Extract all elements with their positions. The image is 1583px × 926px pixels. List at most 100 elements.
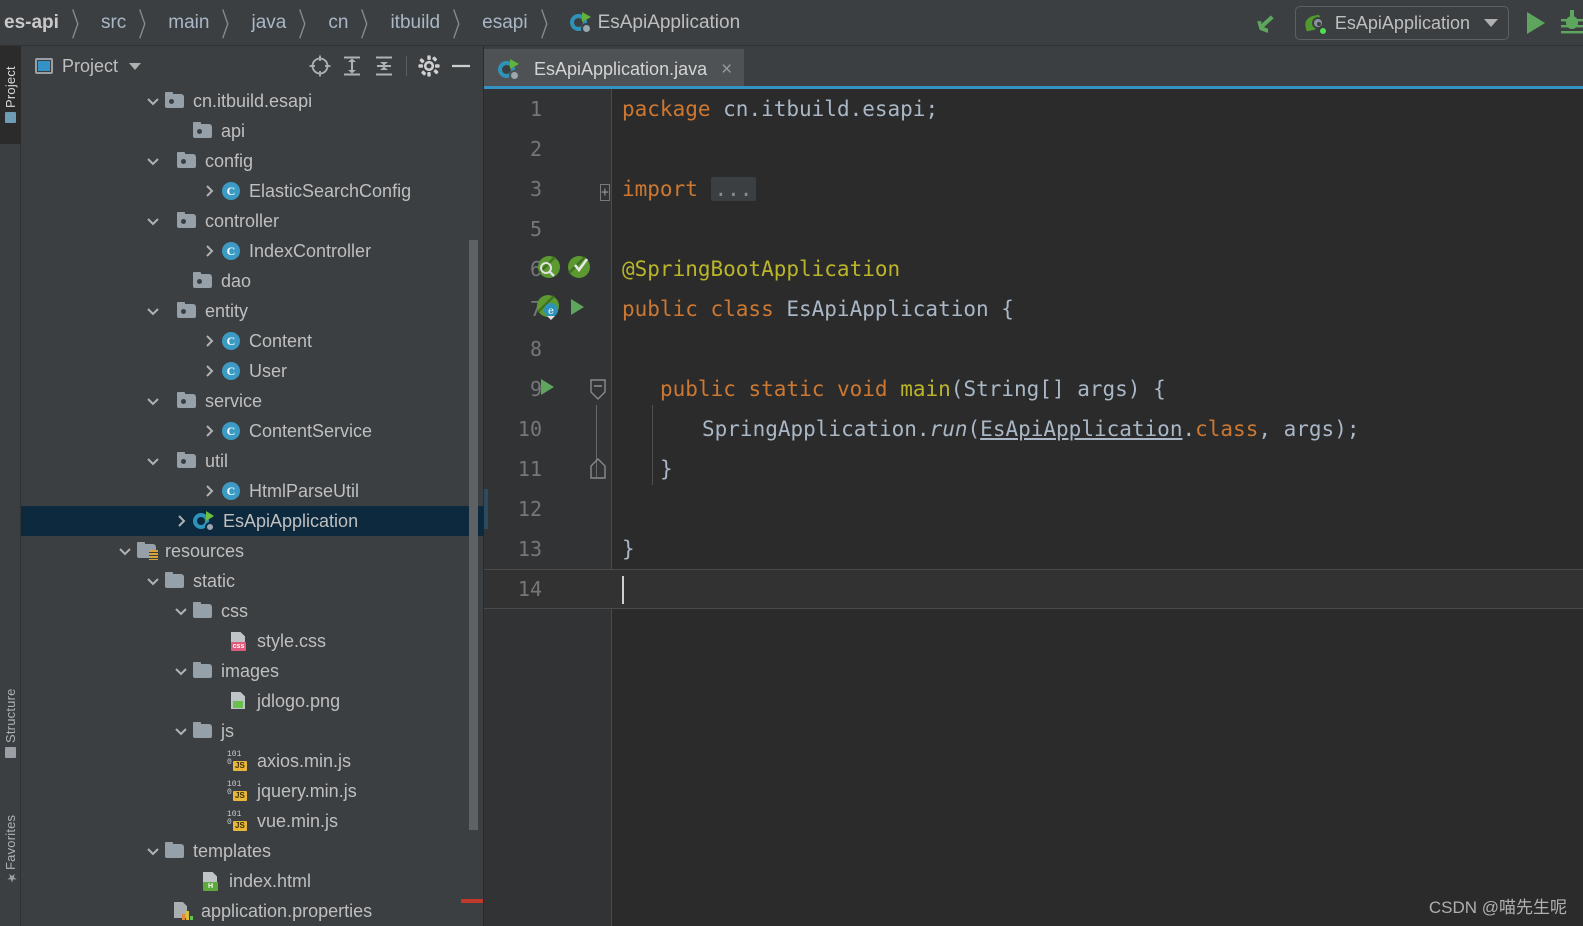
sidebar-item-structure[interactable]: Structure [0, 668, 21, 778]
tree-item-label: resources [165, 541, 245, 561]
undo-arrow-icon[interactable] [1251, 7, 1283, 39]
tree-item-static[interactable]: static [21, 566, 484, 596]
keyword-import: import [622, 177, 698, 201]
tree-item-contentservice[interactable]: C ContentService [21, 416, 484, 446]
gear-icon[interactable] [413, 50, 445, 82]
folded-imports-placeholder[interactable]: ... [710, 177, 757, 201]
tree-item-index-html[interactable]: H index.html [21, 866, 484, 896]
package-folder-icon [177, 392, 197, 410]
tree-item-content[interactable]: C Content [21, 326, 484, 356]
run-button[interactable] [1527, 12, 1545, 34]
minus-icon[interactable] [445, 50, 477, 82]
close-icon[interactable]: × [721, 60, 732, 79]
chevron-right-icon[interactable] [201, 483, 217, 499]
tree-item-vue-min-js[interactable]: 101 0 JS vue.min.js [21, 806, 484, 836]
chevron-down-icon[interactable] [145, 453, 161, 469]
fold-collapse-icon[interactable] [588, 379, 608, 405]
breadcrumb-item-java[interactable]: java [249, 13, 288, 32]
tree-item-config[interactable]: config [21, 146, 484, 176]
closing-brace-class: } [622, 537, 635, 561]
chevron-down-icon[interactable] [173, 603, 189, 619]
editor-area: EsApiApplication.java × 1 package cn.itb… [484, 46, 1583, 926]
structure-icon [5, 746, 16, 758]
tree-item-templates[interactable]: templates [21, 836, 484, 866]
tree-item-application-properties[interactable]: application.properties [21, 896, 484, 926]
tree-item-controller[interactable]: controller [21, 206, 484, 236]
chevron-down-icon[interactable] [145, 303, 161, 319]
chevron-down-icon[interactable] [145, 153, 161, 169]
run-gutter-icon[interactable] [536, 376, 558, 402]
chevron-right-icon[interactable] [201, 423, 217, 439]
breadcrumb-item-class[interactable]: EsApiApplication [568, 12, 743, 34]
tree-item-esapiapplication[interactable]: EsApiApplication [21, 506, 484, 536]
chevron-right-icon[interactable] [201, 243, 217, 259]
breadcrumb-item-project[interactable]: es-api [2, 13, 61, 32]
project-tree[interactable]: cn.itbuild.esapi api config C ElasticSea… [21, 86, 484, 926]
chevron-down-icon[interactable] [145, 213, 161, 229]
expand-all-icon[interactable] [336, 50, 368, 82]
tab-esapiapplication-java[interactable]: EsApiApplication.java × [484, 49, 745, 92]
tree-item-cn-itbuild-esapi[interactable]: cn.itbuild.esapi [21, 86, 484, 116]
tree-item-label: EsApiApplication [223, 511, 359, 531]
tree-item-style-css[interactable]: css style.css [21, 626, 484, 656]
tree-item-axios-min-js[interactable]: 101 0 JS axios.min.js [21, 746, 484, 776]
package-folder-icon [193, 122, 213, 140]
chevron-down-icon[interactable] [173, 663, 189, 679]
js-badge: JS [233, 821, 247, 831]
breadcrumb-item-cn[interactable]: cn [326, 13, 350, 32]
chevron-down-icon[interactable] [173, 723, 189, 739]
sidebar-item-project[interactable]: Project [0, 46, 21, 144]
chevron-right-icon[interactable] [201, 183, 217, 199]
tree-item-htmlparseutil[interactable]: C HtmlParseUtil [21, 476, 484, 506]
chevron-down-icon[interactable] [145, 843, 161, 859]
tree-item-resources[interactable]: resources [21, 536, 484, 566]
chevron-down-icon[interactable] [145, 93, 161, 109]
code-editor[interactable]: 1 package cn.itbuild.esapi; 2 3 + import… [484, 89, 1583, 926]
tree-item-js[interactable]: js [21, 716, 484, 746]
chevron-down-icon[interactable] [145, 393, 161, 409]
fold-region-end-icon[interactable] [588, 457, 608, 483]
spring-bean-check-icon[interactable] [566, 254, 592, 284]
project-tree-horizontal-scrollbar[interactable] [461, 899, 483, 903]
spring-bean-search-icon[interactable] [536, 254, 562, 284]
tree-item-css[interactable]: css [21, 596, 484, 626]
breadcrumb: es-api 〉 src 〉 main 〉 java 〉 cn 〉 itbuil… [0, 0, 742, 45]
crosshair-icon[interactable] [304, 50, 336, 82]
tree-item-api[interactable]: api [21, 116, 484, 146]
chevron-right-icon[interactable] [201, 333, 217, 349]
debug-button[interactable] [1561, 10, 1583, 36]
breadcrumb-separator-icon: 〉 [298, 6, 317, 43]
spring-bean-config-icon[interactable]: e [536, 294, 562, 324]
html-badge: H [203, 882, 218, 891]
tree-item-service[interactable]: service [21, 386, 484, 416]
chevron-down-icon[interactable] [117, 543, 133, 559]
tree-item-elasticsearchconfig[interactable]: C ElasticSearchConfig [21, 176, 484, 206]
project-tree-vertical-scrollbar[interactable] [469, 240, 478, 830]
chevron-down-icon[interactable] [129, 62, 142, 70]
code-line-8: 8 [484, 329, 1583, 369]
tree-item-indexcontroller[interactable]: C IndexController [21, 236, 484, 266]
tree-item-util[interactable]: util [21, 446, 484, 476]
fold-expand-icon[interactable]: + [600, 181, 610, 201]
tree-item-images[interactable]: images [21, 656, 484, 686]
chevron-down-icon[interactable] [145, 573, 161, 589]
tree-item-jdlogo-png[interactable]: jdlogo.png [21, 686, 484, 716]
breadcrumb-item-esapi[interactable]: esapi [480, 13, 529, 32]
link-esapiapplication[interactable]: EsApiApplication [980, 417, 1182, 441]
run-gutter-icon[interactable] [566, 296, 588, 322]
chevron-right-icon[interactable] [201, 363, 217, 379]
tree-item-user[interactable]: C User [21, 356, 484, 386]
tree-item-entity[interactable]: entity [21, 296, 484, 326]
tree-item-dao[interactable]: dao [21, 266, 484, 296]
breadcrumb-item-src[interactable]: src [99, 13, 128, 32]
java-class-icon: C [221, 181, 241, 201]
sidebar-item-favorites[interactable]: ★ Favorites [0, 794, 21, 906]
line-number: 14 [517, 577, 542, 601]
breadcrumb-item-main[interactable]: main [166, 13, 211, 32]
collapse-all-icon[interactable] [368, 50, 400, 82]
run-configuration-selector[interactable]: EsApiApplication [1294, 6, 1509, 40]
chevron-right-icon[interactable] [173, 513, 189, 529]
tree-item-jquery-min-js[interactable]: 101 0 JS jquery.min.js [21, 776, 484, 806]
breadcrumb-item-itbuild[interactable]: itbuild [388, 13, 442, 32]
folder-icon [193, 662, 213, 680]
